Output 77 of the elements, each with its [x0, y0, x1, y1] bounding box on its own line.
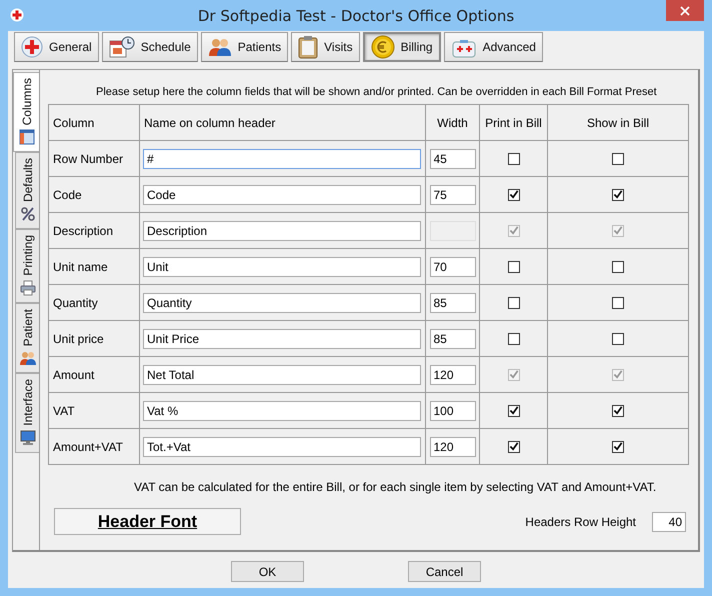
app-icon	[10, 8, 24, 22]
input-field[interactable]: 120	[430, 436, 476, 456]
percent-icon	[20, 206, 36, 222]
checkbox[interactable]	[508, 152, 520, 164]
side-tab[interactable]: Defaults	[15, 152, 39, 230]
checkbox[interactable]	[508, 404, 520, 416]
input-field[interactable]: Quantity	[143, 292, 421, 312]
printer-icon	[20, 280, 36, 296]
medical-cross-icon	[21, 36, 43, 58]
euro-coin-icon	[370, 35, 395, 59]
input-field[interactable]: 85	[430, 328, 476, 348]
monitor-icon	[20, 430, 36, 446]
table-cell: Unit name	[49, 249, 140, 285]
input-field[interactable]: #	[143, 148, 421, 168]
people-icon	[20, 350, 36, 366]
checkbox[interactable]	[612, 332, 624, 344]
table-cell: Code	[49, 177, 140, 213]
field-label: Headers Row Height	[525, 514, 636, 528]
input-field[interactable]: 40	[652, 512, 686, 532]
column-header: Column	[49, 105, 140, 141]
input-field[interactable]: Net Total	[143, 364, 421, 384]
checkbox[interactable]	[612, 188, 624, 200]
tab[interactable]: Schedule	[102, 32, 198, 62]
side-tab[interactable]: Interface	[15, 373, 39, 454]
checkbox[interactable]	[508, 260, 520, 272]
checkbox[interactable]	[508, 188, 520, 200]
tab[interactable]: Visits	[291, 32, 360, 62]
input-field[interactable]: 120	[430, 364, 476, 384]
note-text: VAT can be calculated for the entire Bill, or for each single item by selecting VAT and Amount+VAT.	[134, 480, 658, 494]
tab[interactable]: Advanced	[444, 32, 543, 62]
table-cell: Description	[49, 213, 140, 249]
table-cell: Quantity	[49, 285, 140, 321]
checkbox[interactable]	[508, 440, 520, 452]
input-field[interactable]: Unit Price	[143, 328, 421, 348]
input-field[interactable]: Unit	[143, 256, 421, 276]
table-cell: Amount+VAT	[49, 429, 140, 465]
table-cell: Amount	[49, 357, 140, 393]
dialog-button[interactable]: Cancel	[408, 561, 481, 582]
close-icon	[680, 6, 690, 16]
close-button[interactable]	[666, 0, 704, 21]
input-field[interactable]: 85	[430, 292, 476, 312]
checkbox[interactable]	[612, 152, 624, 164]
table-cell: Row Number	[49, 141, 140, 177]
input-field[interactable]: Code	[143, 184, 421, 204]
side-tab[interactable]: Patient	[15, 303, 39, 374]
tab[interactable]: Patients	[200, 32, 288, 62]
checkbox[interactable]	[612, 404, 624, 416]
dialog-button[interactable]: OK	[231, 561, 304, 582]
column-header: Show in Bill	[548, 105, 689, 141]
checkbox[interactable]	[612, 440, 624, 452]
table-cell: VAT	[49, 393, 140, 429]
checkbox[interactable]	[508, 332, 520, 344]
input-field[interactable]: 45	[430, 148, 476, 168]
window-title: Dr Softpedia Test - Doctor's Office Options	[196, 6, 516, 24]
calendar-clock-icon	[108, 36, 135, 58]
header-font-button[interactable]: Header Font	[54, 508, 241, 535]
table-cell: Unit price	[49, 321, 140, 357]
people-icon	[208, 36, 232, 58]
side-tab[interactable]: Columns	[13, 72, 39, 152]
column-header: Width	[426, 105, 480, 141]
clipboard-icon	[298, 35, 318, 59]
input-field[interactable]: Vat %	[143, 400, 421, 420]
input-field[interactable]: Description	[143, 220, 421, 240]
input-field[interactable]: Tot.+Vat	[143, 436, 421, 456]
input-field[interactable]: 70	[430, 256, 476, 276]
intro-text: Please setup here the column fields that will be shown and/or printed. Can be overridden in each Bill Format Preset	[96, 86, 658, 98]
side-tab[interactable]: Printing	[15, 229, 39, 304]
column-header: Name on column header	[140, 105, 426, 141]
column-header: Print in Bill	[480, 105, 548, 141]
input-field[interactable]: 100	[430, 400, 476, 420]
checkbox[interactable]	[612, 296, 624, 308]
checkbox[interactable]	[508, 296, 520, 308]
table-icon	[18, 129, 34, 146]
tab[interactable]: General	[14, 32, 99, 62]
input-field[interactable]: 75	[430, 184, 476, 204]
tab[interactable]: Billing	[362, 32, 441, 62]
checkbox[interactable]	[612, 260, 624, 272]
